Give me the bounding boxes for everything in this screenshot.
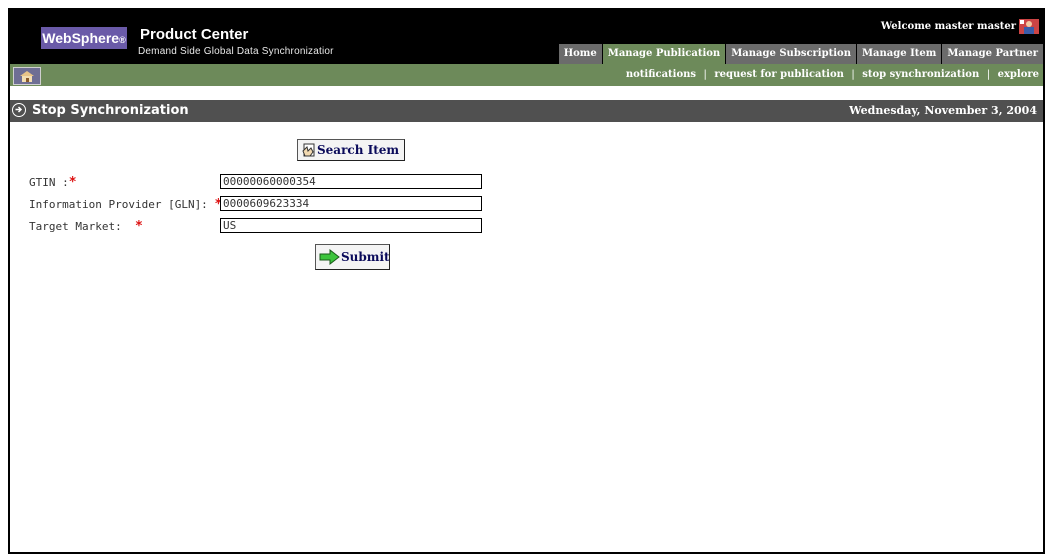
- tab-manage-partner[interactable]: Manage Partner: [941, 44, 1043, 64]
- link-stop-synchronization[interactable]: stop synchronization: [862, 69, 979, 80]
- tab-manage-publication[interactable]: Manage Publication: [601, 44, 726, 64]
- welcome-message: Welcome master master: [881, 19, 1039, 34]
- sub-nav-links: notifications | request for publication …: [626, 64, 1039, 86]
- brand-mark: ®: [119, 35, 126, 45]
- home-icon[interactable]: [13, 67, 41, 85]
- submit-label: Submit: [341, 250, 390, 264]
- tab-manage-subscription[interactable]: Manage Subscription: [725, 44, 856, 64]
- gln-label: Information Provider [GLN]: *: [29, 197, 223, 212]
- tab-manage-item[interactable]: Manage Item: [855, 44, 942, 64]
- required-mark: *: [68, 175, 77, 190]
- page-date: Wednesday, November 3, 2004: [849, 104, 1037, 117]
- link-notifications[interactable]: notifications: [626, 69, 696, 80]
- gtin-label: GTIN :*: [29, 175, 77, 190]
- arrow-right-icon: [319, 248, 341, 266]
- link-request-for-publication[interactable]: request for publication: [714, 69, 844, 80]
- target-market-label: Target Market: *: [29, 219, 143, 234]
- separator: |: [703, 69, 707, 80]
- arrow-circle-icon: [12, 103, 26, 117]
- main-nav: Home Manage Publication Manage Subscript…: [557, 44, 1043, 64]
- brand-name: WebSphere: [42, 30, 120, 46]
- page-title: Stop Synchronization: [32, 103, 189, 118]
- welcome-text: Welcome master master: [880, 21, 1016, 32]
- link-explore[interactable]: explore: [998, 69, 1039, 80]
- target-market-field[interactable]: US: [220, 218, 482, 233]
- gtin-field[interactable]: 00000060000354: [220, 174, 482, 189]
- websphere-logo: WebSphere®: [41, 27, 127, 49]
- required-mark: *: [134, 219, 143, 234]
- page-title-bar: Stop Synchronization Wednesday, November…: [10, 100, 1043, 122]
- search-item-button[interactable]: Search Item: [297, 139, 405, 161]
- hand-search-icon: [301, 142, 317, 158]
- product-name: Product Center: [140, 26, 249, 43]
- product-subtitle: Demand Side Global Data Synchronizatior: [138, 46, 334, 57]
- gln-field[interactable]: 0000609623334: [220, 196, 482, 211]
- app-window: WebSphere® Product Center Demand Side Gl…: [8, 8, 1045, 554]
- header: WebSphere® Product Center Demand Side Gl…: [10, 10, 1043, 64]
- separator: |: [986, 69, 991, 80]
- tab-home[interactable]: Home: [557, 44, 602, 64]
- submit-button[interactable]: Submit: [315, 244, 390, 270]
- search-item-label: Search Item: [317, 143, 400, 157]
- sub-nav-bar: notifications | request for publication …: [10, 64, 1043, 86]
- separator: |: [851, 69, 855, 80]
- user-profile-icon[interactable]: [1019, 19, 1039, 34]
